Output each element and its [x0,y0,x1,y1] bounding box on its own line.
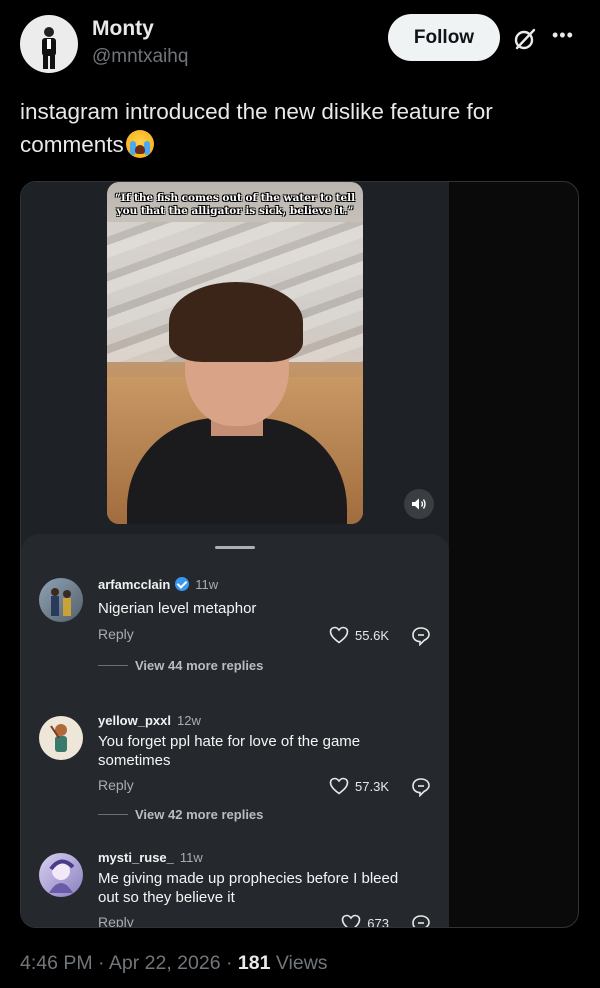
views-label: Views [275,952,328,974]
verified-badge-icon [175,577,190,591]
dislike-icon[interactable] [411,914,431,928]
video-caption: “If the fish comes out of the water to t… [114,192,356,217]
commenter-avatar[interactable] [39,578,83,622]
like-count: 57.3K [355,778,389,794]
comment-username[interactable]: yellow_pxxl [98,713,171,728]
view-more-replies-button[interactable]: View 44 more replies [135,658,263,673]
tweet-time[interactable]: 4:46 PM [20,952,93,974]
tweet-text: instagram introduced the new dislike fea… [20,95,580,161]
heart-icon [341,914,361,927]
more-icon[interactable]: ••• [552,25,574,46]
reply-button[interactable]: Reply [98,626,134,642]
heart-icon [329,777,349,795]
grok-icon[interactable] [512,26,538,52]
like-count: 55.6K [355,627,389,643]
reply-button[interactable]: Reply [98,777,134,793]
comment-time: 11w [195,577,219,592]
views-count: 181 [237,952,271,974]
author-avatar[interactable] [20,15,78,73]
commenter-avatar[interactable] [39,716,83,760]
loudly-crying-face-emoji-icon [125,130,154,158]
dislike-icon[interactable] [411,777,431,797]
media-attachment[interactable]: “If the fish comes out of the water to t… [20,181,579,928]
comment-username[interactable]: arfamcclain [98,577,170,592]
comment-text: Nigerian level metaphor [98,600,257,617]
comment-text: You forget ppl hate for love of the game… [98,733,361,769]
sheet-drag-handle[interactable] [215,546,255,549]
comment-text: Me giving made up prophecies before I bl… [98,870,399,906]
like-button[interactable]: 55.6K [329,626,389,644]
avatar-figure [42,27,56,69]
reply-button[interactable]: Reply [98,914,134,927]
instagram-screenshot: “If the fish comes out of the water to t… [21,182,449,928]
like-button[interactable]: 673 [341,914,389,928]
like-count: 673 [367,915,389,928]
comment-time: 11w [179,850,203,865]
video-frame[interactable]: “If the fish comes out of the water to t… [107,182,363,524]
tweet-body: instagram introduced the new dislike fea… [20,99,493,157]
tweet-meta: 4:46 PM · Apr 22, 2026 · 181 Views [20,952,328,974]
commenter-avatar[interactable] [39,853,83,897]
follow-button[interactable]: Follow [388,14,500,61]
author-handle[interactable]: @mntxaihq [92,46,188,68]
dislike-icon[interactable] [411,626,431,646]
tweet-date[interactable]: Apr 22, 2026 [109,952,221,974]
comment-username[interactable]: mysti_ruse_ [98,850,174,865]
person-hair [169,282,303,362]
volume-icon[interactable] [404,489,434,519]
view-more-replies-button[interactable]: View 42 more replies [135,807,263,822]
comments-sheet: arfamcclain 11w Nigerian level metaphor R… [21,534,449,928]
comment-time: 12w [176,713,201,728]
like-button[interactable]: 57.3K [329,777,389,795]
author-name[interactable]: Monty [92,17,154,41]
heart-icon [329,626,349,644]
